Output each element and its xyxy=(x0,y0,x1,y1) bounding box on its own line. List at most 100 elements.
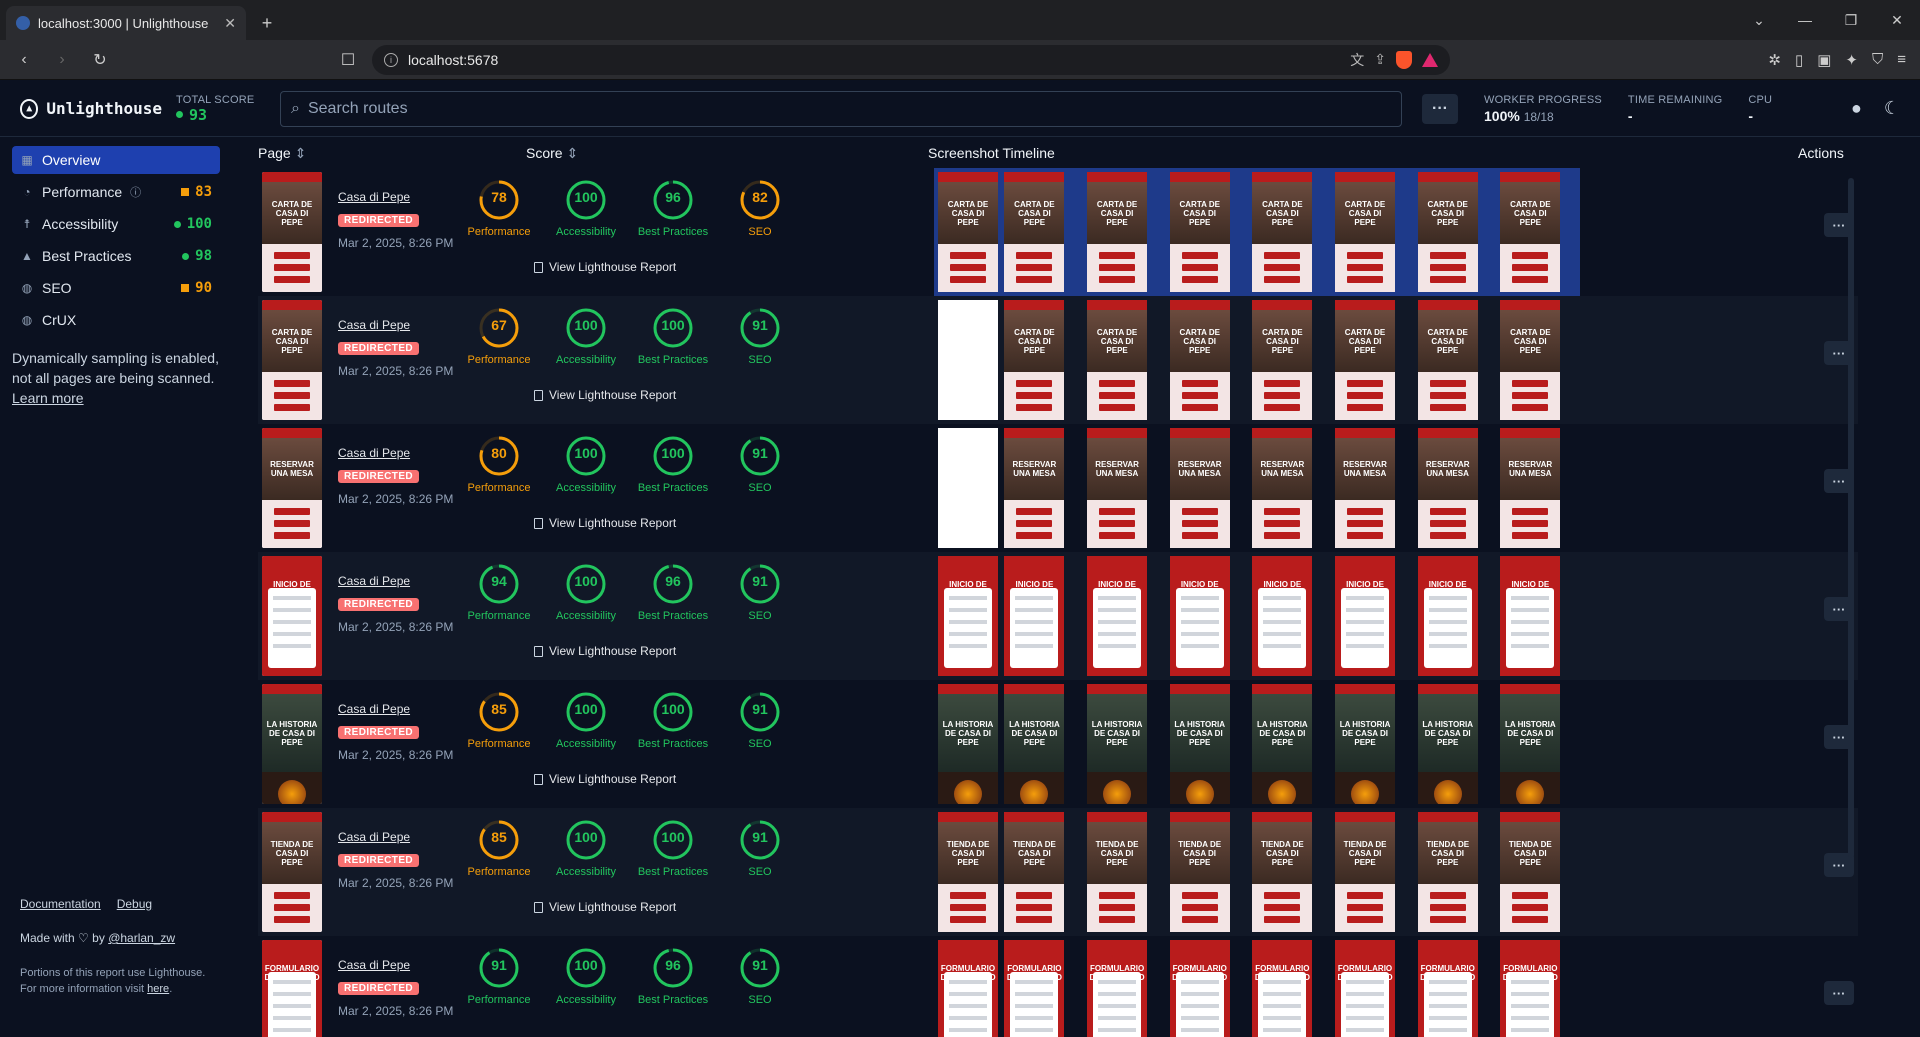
page-thumbnail[interactable]: TIENDA DE CASA DI PEPE xyxy=(262,812,322,932)
site-info-icon[interactable]: i xyxy=(384,52,398,67)
close-tab-icon[interactable]: ✕ xyxy=(224,15,236,32)
vpn-icon[interactable]: ⛉ xyxy=(1872,51,1883,69)
score-gauge[interactable]: 96 Best Practices xyxy=(630,946,716,1006)
score-gauge[interactable]: 100 Best Practices xyxy=(630,434,716,494)
browser-tab[interactable]: localhost:3000 | Unlighthouse ✕ xyxy=(6,6,246,40)
score-gauge[interactable]: 67 Performance xyxy=(456,306,542,366)
score-gauge[interactable]: 82 SEO xyxy=(717,178,803,238)
page-thumbnail[interactable]: RESERVAR UNA MESA xyxy=(262,428,322,548)
view-report-link[interactable]: View Lighthouse Report xyxy=(534,644,676,658)
score-gauge[interactable]: 100 Best Practices xyxy=(630,818,716,878)
view-report-link[interactable]: View Lighthouse Report xyxy=(534,900,676,914)
translate-icon[interactable]: 文 xyxy=(1350,50,1364,70)
dark-mode-icon[interactable]: ☾ xyxy=(1884,98,1900,119)
score-gauge[interactable]: 100 Accessibility xyxy=(543,690,629,750)
screenshot-heading: RESERVAR UNA MESA xyxy=(1500,438,1561,500)
score-label: Performance xyxy=(467,610,531,622)
info-icon[interactable]: ⓘ xyxy=(130,184,141,200)
here-link[interactable]: here xyxy=(147,983,169,995)
score-gauge[interactable]: 94 Performance xyxy=(456,562,542,622)
score-label: Accessibility xyxy=(556,610,616,622)
page-thumbnail[interactable]: INICIO DE SESIÓN xyxy=(262,556,322,676)
screenshot-heading: TIENDA DE CASA DI PEPE xyxy=(1004,822,1065,884)
sidebar-item-performance[interactable]: ◔ Performance ⓘ 83 xyxy=(12,178,220,206)
close-window-icon[interactable]: ✕ xyxy=(1874,12,1920,29)
leo-ai-icon[interactable]: ✦ xyxy=(1845,51,1858,69)
score-label: Best Practices xyxy=(637,866,709,878)
menu-icon[interactable]: ≡ xyxy=(1897,51,1906,69)
back-icon[interactable]: ‹ xyxy=(10,46,38,74)
row-actions-button[interactable]: ··· xyxy=(1824,981,1854,1005)
score-gauge[interactable]: 91 SEO xyxy=(717,306,803,366)
score-gauge[interactable]: 100 Accessibility xyxy=(543,306,629,366)
extensions-icon[interactable]: ✲ xyxy=(1768,51,1781,69)
url-text[interactable]: localhost:5678 xyxy=(408,52,498,68)
table-row: LA HISTORIA DE CASA DI PEPE Casa di Pepe… xyxy=(258,680,1858,808)
documentation-link[interactable]: Documentation xyxy=(20,897,101,911)
view-report-link[interactable]: View Lighthouse Report xyxy=(534,260,676,274)
screenshot: TIENDA DE CASA DI PEPE xyxy=(938,812,998,932)
sidebar-item-seo[interactable]: ◍ SEO 90 xyxy=(12,274,220,302)
debug-link[interactable]: Debug xyxy=(117,897,152,911)
sidebar-toggle-icon[interactable]: ▯ xyxy=(1795,51,1803,69)
score-column-header[interactable]: Score ⇕ xyxy=(526,145,578,162)
page-column-header[interactable]: Page ⇕ xyxy=(258,145,306,162)
page-thumbnail[interactable]: CARTA DE CASA DI PEPE xyxy=(262,300,322,420)
page-thumbnail[interactable]: FORMULARIO DE REGISTRO xyxy=(262,940,322,1037)
search-box[interactable]: ⌕ xyxy=(280,90,1402,127)
score-gauge[interactable]: 100 Accessibility xyxy=(543,946,629,1006)
learn-more-link[interactable]: Learn more xyxy=(12,390,84,406)
score-gauge[interactable]: 100 Accessibility xyxy=(543,434,629,494)
timeline-frame: INICIO DE SESIÓN xyxy=(1332,552,1415,680)
sort-icon[interactable]: ⇕ xyxy=(295,145,307,161)
wallet-icon[interactable]: ▣ xyxy=(1817,51,1831,69)
score-gauge[interactable]: 100 Accessibility xyxy=(543,178,629,238)
share-icon[interactable]: ⇪ xyxy=(1374,51,1386,68)
view-report-link[interactable]: View Lighthouse Report xyxy=(534,388,676,402)
sidebar-item-overview[interactable]: ▦ Overview xyxy=(12,146,220,174)
score-gauge[interactable]: 91 SEO xyxy=(717,434,803,494)
score-gauge[interactable]: 78 Performance xyxy=(456,178,542,238)
view-report-link[interactable]: View Lighthouse Report xyxy=(534,772,676,786)
scrollbar[interactable] xyxy=(1848,178,1854,858)
github-icon[interactable]: ● xyxy=(1851,98,1862,119)
score-gauge[interactable]: 85 Performance xyxy=(456,818,542,878)
score-gauge[interactable]: 96 Best Practices xyxy=(630,178,716,238)
page-thumbnail[interactable]: LA HISTORIA DE CASA DI PEPE xyxy=(262,684,322,804)
score-gauge[interactable]: 80 Performance xyxy=(456,434,542,494)
forward-icon[interactable]: › xyxy=(48,46,76,74)
view-report-link[interactable]: View Lighthouse Report xyxy=(534,516,676,530)
score-gauge[interactable]: 100 Best Practices xyxy=(630,306,716,366)
app-logo[interactable]: ▲ Unlighthouse xyxy=(20,98,162,119)
score-gauge[interactable]: 91 SEO xyxy=(717,562,803,622)
score-gauge[interactable]: 100 Best Practices xyxy=(630,690,716,750)
score-gauge[interactable]: 100 Accessibility xyxy=(543,818,629,878)
search-input[interactable] xyxy=(307,99,1391,118)
more-options-button[interactable]: ··· xyxy=(1422,93,1458,124)
minimize-icon[interactable]: — xyxy=(1782,12,1828,28)
sidebar-item-best-practices[interactable]: ▲ Best Practices 98 xyxy=(12,242,220,270)
sort-icon[interactable]: ⇕ xyxy=(566,145,578,161)
page-thumbnail[interactable]: CARTA DE CASA DI PEPE xyxy=(262,172,322,292)
sidebar-item-accessibility[interactable]: ☨ Accessibility 100 xyxy=(12,210,220,238)
sidebar-item-score: 98 xyxy=(182,248,212,264)
bookmark-icon[interactable]: ☐ xyxy=(334,46,362,74)
author-link[interactable]: @harlan_zw xyxy=(108,931,175,945)
score-gauge[interactable]: 85 Performance xyxy=(456,690,542,750)
sidebar-item-crux[interactable]: ◍ CrUX xyxy=(12,306,220,334)
screenshot: INICIO DE SESIÓN xyxy=(1335,556,1396,676)
score-gauge[interactable]: 96 Best Practices xyxy=(630,562,716,622)
reload-icon[interactable]: ↻ xyxy=(86,46,114,74)
brave-shields-icon[interactable] xyxy=(1396,50,1412,69)
score-gauge[interactable]: 91 SEO xyxy=(717,690,803,750)
brave-rewards-icon[interactable] xyxy=(1422,52,1438,67)
restore-icon[interactable]: ❐ xyxy=(1828,12,1874,29)
address-bar[interactable]: i localhost:5678 文 ⇪ xyxy=(372,44,1450,75)
screenshot: FORMULARIO DE REGISTRO xyxy=(1087,940,1148,1037)
score-gauge[interactable]: 91 Performance xyxy=(456,946,542,1006)
tab-search-icon[interactable]: ⌄ xyxy=(1736,12,1782,29)
score-gauge[interactable]: 91 SEO xyxy=(717,946,803,1006)
new-tab-button[interactable]: + xyxy=(252,8,282,38)
score-gauge[interactable]: 100 Accessibility xyxy=(543,562,629,622)
score-gauge[interactable]: 91 SEO xyxy=(717,818,803,878)
